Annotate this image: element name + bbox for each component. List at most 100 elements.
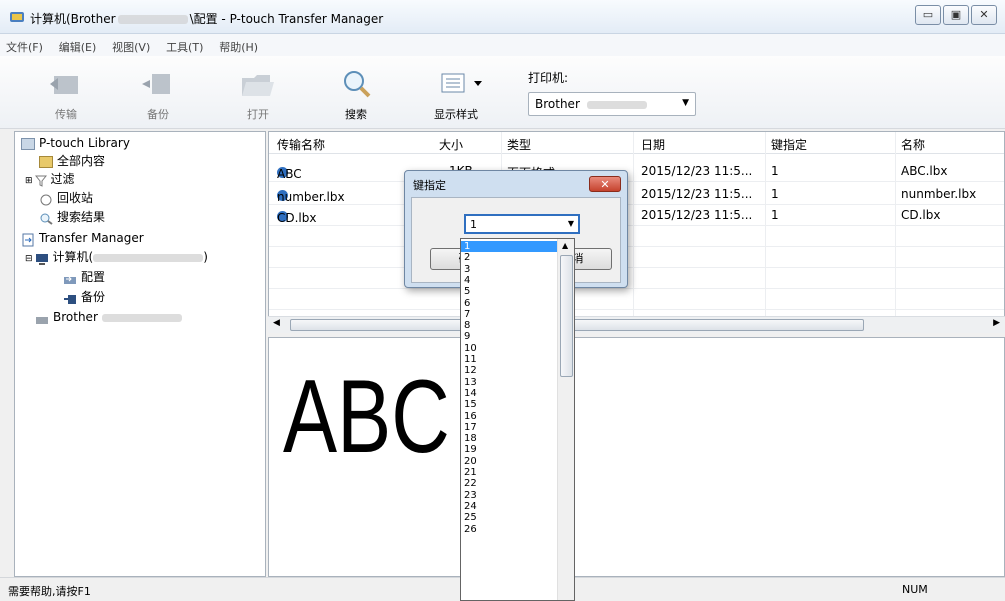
scroll-up-icon[interactable]: ▲ bbox=[562, 241, 568, 250]
backup-icon bbox=[63, 292, 77, 304]
app-icon bbox=[10, 12, 24, 22]
dropdown-option[interactable]: 12 bbox=[461, 365, 557, 376]
computer-icon bbox=[35, 252, 49, 265]
scroll-left-icon[interactable]: ◀ bbox=[273, 318, 280, 328]
dropdown-option[interactable]: 9 bbox=[461, 331, 557, 342]
redacted-area bbox=[117, 15, 188, 24]
dropdown-option[interactable]: 23 bbox=[461, 490, 557, 501]
redacted-area bbox=[587, 101, 647, 109]
collapse-icon: ⊟ bbox=[25, 254, 33, 264]
transfer-icon bbox=[46, 66, 86, 102]
dropdown-option[interactable]: 8 bbox=[461, 320, 557, 331]
table-row[interactable]: number.lbx 2015/12/23 11:5... 1 nunmber.… bbox=[269, 184, 1004, 205]
view-style-icon bbox=[436, 66, 482, 102]
horizontal-scrollbar[interactable]: ◀ ▶ bbox=[268, 316, 1005, 333]
search-icon bbox=[336, 66, 376, 102]
dropdown-option[interactable]: 7 bbox=[461, 309, 557, 320]
view-style-button[interactable]: 显示样式 bbox=[418, 60, 494, 122]
dropdown-option[interactable]: 2 bbox=[461, 252, 557, 263]
table-row[interactable]: CD.lbx 2015/12/23 11:5... 1 CD.lbx bbox=[269, 205, 1004, 226]
recycle-icon bbox=[39, 193, 53, 205]
transfer-list: 传输名称 大小 类型 日期 键指定 名称 ABC 1KB 页面格式 2015/1… bbox=[268, 131, 1005, 331]
menu-edit[interactable]: 编辑(E) bbox=[53, 34, 103, 55]
view-style-label: 显示样式 bbox=[434, 108, 478, 121]
dropdown-option[interactable]: 3 bbox=[461, 264, 557, 275]
title-bar: 计算机(Brother \配置 - P-touch Transfer Manage… bbox=[0, 0, 1005, 34]
toolbar: 传输 备份 打开 搜索 显示样式 bbox=[0, 56, 1005, 129]
dropdown-option[interactable]: 4 bbox=[461, 275, 557, 286]
chevron-down-icon: ▼ bbox=[567, 219, 574, 228]
scroll-right-icon[interactable]: ▶ bbox=[993, 318, 1000, 328]
transfer-button[interactable]: 传输 bbox=[36, 60, 96, 122]
folder-tree: P-touch Library 全部内容 ⊞ 过滤 回收站 搜索结果 Trans… bbox=[14, 131, 266, 577]
status-help-text: 需要帮助,请按F1 bbox=[8, 585, 91, 598]
tree-item-library[interactable]: P-touch Library bbox=[21, 134, 130, 152]
dropdown-scrollbar[interactable]: ▲ bbox=[557, 239, 574, 600]
row-date: 2015/12/23 11:5... bbox=[641, 187, 753, 201]
dropdown-option[interactable]: 16 bbox=[461, 411, 557, 422]
dropdown-option[interactable]: 6 bbox=[461, 298, 557, 309]
row-filename: CD.lbx bbox=[901, 208, 941, 222]
dropdown-option[interactable]: 19 bbox=[461, 444, 557, 455]
search-label: 搜索 bbox=[345, 108, 367, 121]
column-header-size[interactable]: 大小 bbox=[439, 136, 463, 153]
minimize-button[interactable]: ▭ bbox=[915, 5, 941, 25]
tree-item-search-results[interactable]: 搜索结果 bbox=[39, 208, 105, 226]
dialog-title: 键指定 bbox=[413, 179, 446, 192]
printer-label: 打印机: bbox=[528, 71, 569, 85]
dropdown-option[interactable]: 20 bbox=[461, 456, 557, 467]
preview-text: ABC bbox=[283, 359, 450, 475]
tree-item-recycle[interactable]: 回收站 bbox=[39, 189, 93, 207]
backup-button[interactable]: 备份 bbox=[128, 60, 188, 122]
printer-select[interactable]: Brother ▼ bbox=[528, 92, 696, 116]
dropdown-option[interactable]: 25 bbox=[461, 512, 557, 523]
menu-file[interactable]: 文件(F) bbox=[0, 34, 49, 55]
dropdown-option[interactable]: 26 bbox=[461, 524, 557, 535]
backup-label: 备份 bbox=[147, 108, 169, 121]
menu-help[interactable]: 帮助(H) bbox=[213, 34, 264, 55]
dropdown-scrollbar-thumb[interactable] bbox=[560, 255, 573, 377]
dropdown-option[interactable]: 15 bbox=[461, 399, 557, 410]
column-header-date[interactable]: 日期 bbox=[641, 136, 665, 153]
dropdown-option[interactable]: 17 bbox=[461, 422, 557, 433]
search-button[interactable]: 搜索 bbox=[326, 60, 386, 122]
tree-item-transfer-manager[interactable]: Transfer Manager bbox=[21, 229, 144, 247]
tree-item-computer[interactable]: ⊟ 计算机() bbox=[25, 248, 208, 266]
dropdown-option[interactable]: 22 bbox=[461, 478, 557, 489]
key-select-value: 1 bbox=[470, 218, 477, 231]
folder-open-icon bbox=[238, 66, 278, 102]
key-dropdown-list: 1 2 3 4 5 6 7 8 9 10 11 12 13 14 15 16 17 18 19 20 21 22 23 24 2… bbox=[460, 238, 575, 601]
dropdown-option[interactable]: 1 bbox=[461, 241, 557, 252]
dropdown-option[interactable]: 10 bbox=[461, 343, 557, 354]
tree-item-config[interactable]: 配置 bbox=[63, 268, 105, 286]
tree-item-filter[interactable]: ⊞ 过滤 bbox=[25, 170, 75, 188]
dropdown-option[interactable]: 13 bbox=[461, 377, 557, 388]
scrollbar-thumb[interactable] bbox=[290, 319, 864, 331]
close-button[interactable]: ✕ bbox=[971, 5, 997, 25]
dropdown-option[interactable]: 18 bbox=[461, 433, 557, 444]
column-header-name[interactable]: 传输名称 bbox=[277, 136, 325, 153]
tree-item-backup[interactable]: 备份 bbox=[63, 288, 105, 306]
key-select[interactable]: 1 ▼ bbox=[464, 214, 580, 234]
row-filename: nunmber.lbx bbox=[901, 187, 977, 201]
table-row[interactable]: ABC 1KB 页面格式 2015/12/23 11:5... 1 ABC.lb… bbox=[269, 161, 1004, 182]
dropdown-option[interactable]: 14 bbox=[461, 388, 557, 399]
column-header-key[interactable]: 键指定 bbox=[771, 136, 807, 153]
column-header-type[interactable]: 类型 bbox=[507, 136, 531, 153]
dropdown-option[interactable]: 21 bbox=[461, 467, 557, 478]
dropdown-option[interactable]: 24 bbox=[461, 501, 557, 512]
num-lock-indicator: NUM bbox=[902, 583, 928, 596]
open-button[interactable]: 打开 bbox=[228, 60, 288, 122]
dropdown-option[interactable]: 5 bbox=[461, 286, 557, 297]
open-label: 打开 bbox=[247, 108, 269, 121]
dialog-close-button[interactable]: ✕ bbox=[589, 176, 621, 192]
tree-item-all[interactable]: 全部内容 bbox=[39, 152, 105, 170]
menu-view[interactable]: 视图(V) bbox=[106, 34, 156, 55]
redacted-area bbox=[93, 253, 204, 262]
menu-tools[interactable]: 工具(T) bbox=[160, 34, 209, 55]
dropdown-option[interactable]: 11 bbox=[461, 354, 557, 365]
tree-item-brother[interactable]: Brother bbox=[35, 308, 182, 326]
maximize-button[interactable]: ▣ bbox=[943, 5, 969, 25]
column-header-filename[interactable]: 名称 bbox=[901, 136, 925, 153]
row-date: 2015/12/23 11:5... bbox=[641, 208, 753, 222]
